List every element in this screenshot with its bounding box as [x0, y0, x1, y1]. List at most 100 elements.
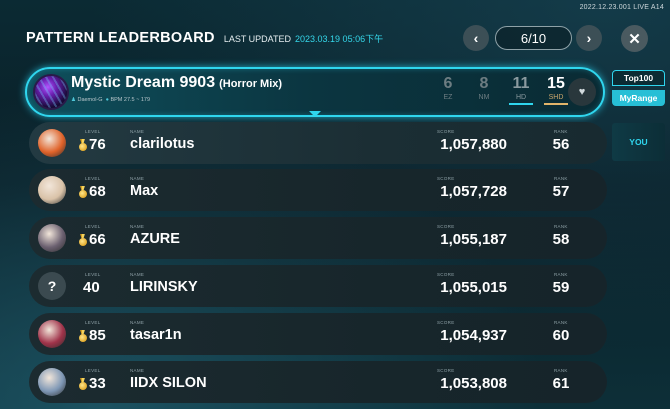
medal-icon	[78, 234, 87, 246]
difficulty-level: 15	[547, 75, 565, 92]
next-page-button[interactable]: ›	[576, 25, 602, 51]
difficulty-name: SHD	[548, 94, 564, 101]
close-button[interactable]: ✕	[621, 25, 648, 52]
score-label: SCORE	[437, 129, 455, 134]
difficulty-level: 11	[512, 75, 530, 92]
avatar	[38, 368, 66, 396]
heart-icon: ♥	[578, 86, 586, 98]
player-score: 1,053,808	[440, 375, 507, 392]
score-label: SCORE	[437, 224, 455, 229]
bpm-icon: ●	[105, 97, 109, 103]
difficulty-name: NM	[478, 94, 490, 101]
player-rank: 58	[552, 231, 570, 248]
leaderboard-row[interactable]: LEVEL NAME SCORE RANK 85 tasar1n 1,054,9…	[29, 313, 607, 355]
chevron-right-icon: ›	[586, 30, 592, 46]
score-label: SCORE	[437, 368, 455, 373]
medal-icon	[78, 378, 87, 390]
difficulty-nm[interactable]: 8 NM	[472, 75, 496, 102]
difficulty-shd[interactable]: 15 SHD	[544, 75, 568, 105]
player-level: 40	[83, 279, 100, 296]
player-level: 33	[78, 375, 106, 392]
avatar	[38, 129, 66, 157]
level-value: 76	[89, 136, 106, 153]
page-title: PATTERN LEADERBOARD	[26, 30, 215, 46]
last-updated-value: 2023.03.19 05:06下午	[295, 34, 384, 44]
player-score: 1,057,728	[440, 183, 507, 200]
banner-pointer	[309, 111, 321, 117]
rank-label: RANK	[554, 129, 568, 134]
avatar	[38, 224, 66, 252]
difficulty-name: HD	[515, 94, 527, 101]
rank-label: RANK	[554, 224, 568, 229]
avatar: ?	[38, 272, 66, 300]
player-rank: 56	[552, 136, 570, 153]
name-label: NAME	[130, 368, 145, 373]
avatar	[38, 320, 66, 348]
player-rank: 57	[552, 183, 570, 200]
level-label: LEVEL	[85, 224, 101, 229]
player-name: tasar1n	[130, 327, 182, 343]
difficulty-level: 6	[443, 75, 453, 92]
player-rank: 61	[552, 375, 570, 392]
player-level: 66	[78, 231, 106, 248]
name-label: NAME	[130, 224, 145, 229]
medal-icon	[78, 139, 87, 151]
name-label: NAME	[130, 272, 145, 277]
song-banner: Mystic Dream 9903 (Horror Mix) ♟ Daemol-G…	[25, 67, 605, 117]
player-name: LIRINSKY	[130, 279, 198, 295]
player-score: 1,054,937	[440, 327, 507, 344]
player-level: 76	[78, 136, 106, 153]
song-jacket	[33, 74, 69, 110]
player-name: AZURE	[130, 231, 180, 247]
close-icon: ✕	[628, 30, 641, 48]
difficulty-ez[interactable]: 6 EZ	[436, 75, 460, 102]
leaderboard-row[interactable]: LEVEL NAME SCORE RANK 33 IIDX SILON 1,05…	[29, 361, 607, 403]
song-bpm: BPM 27.5 ~ 179	[110, 97, 151, 103]
rank-label: RANK	[554, 320, 568, 325]
level-label: LEVEL	[85, 368, 101, 373]
tab-top100[interactable]: Top100	[612, 70, 665, 86]
level-value: 68	[89, 183, 106, 200]
level-value: 85	[89, 327, 106, 344]
tab-myrange[interactable]: MyRange	[612, 90, 665, 106]
level-value: 66	[89, 231, 106, 248]
level-label: LEVEL	[85, 129, 101, 134]
song-subtitle: (Horror Mix)	[219, 78, 283, 90]
difficulty-level: 8	[479, 75, 489, 92]
medal-icon	[78, 186, 87, 198]
player-name: Max	[130, 183, 159, 199]
song-title-text: Mystic Dream 9903	[71, 74, 216, 91]
leaderboard-row[interactable]: LEVEL NAME SCORE RANK 76 clarilotus 1,05…	[29, 122, 607, 164]
leaderboard-row[interactable]: LEVEL NAME SCORE RANK 66 AZURE 1,055,187…	[29, 217, 607, 259]
artist-icon: ♟	[71, 97, 76, 103]
header: PATTERN LEADERBOARD LAST UPDATED 2023.03…	[26, 30, 383, 48]
name-label: NAME	[130, 176, 145, 181]
level-label: LEVEL	[85, 272, 101, 277]
name-label: NAME	[130, 129, 145, 134]
avatar	[38, 176, 66, 204]
level-label: LEVEL	[85, 176, 101, 181]
favorite-button[interactable]: ♥	[568, 78, 596, 106]
player-score: 1,057,880	[440, 136, 507, 153]
player-level: 68	[78, 183, 106, 200]
version-label: 2022.12.23.001 LIVE A14	[579, 4, 664, 11]
difficulty-name: EZ	[443, 94, 453, 101]
score-label: SCORE	[437, 272, 455, 277]
difficulty-hd[interactable]: 11 HD	[509, 75, 533, 105]
rank-label: RANK	[554, 368, 568, 373]
level-label: LEVEL	[85, 320, 101, 325]
medal-icon	[78, 330, 87, 342]
you-badge: YOU	[612, 123, 665, 161]
last-updated-label: LAST UPDATED	[223, 34, 292, 44]
player-level: 85	[78, 327, 106, 344]
player-score: 1,055,187	[440, 231, 507, 248]
rank-label: RANK	[554, 176, 568, 181]
player-name: clarilotus	[130, 136, 195, 152]
leaderboard-row[interactable]: ? LEVEL NAME SCORE RANK 40 LIRINSKY 1,05…	[29, 265, 607, 307]
chevron-left-icon: ‹	[473, 30, 479, 46]
player-rank: 59	[552, 279, 570, 296]
player-name: IIDX SILON	[130, 375, 207, 391]
name-label: NAME	[130, 320, 145, 325]
leaderboard-row[interactable]: LEVEL NAME SCORE RANK 68 Max 1,057,728 5…	[29, 169, 607, 211]
prev-page-button[interactable]: ‹	[463, 25, 489, 51]
